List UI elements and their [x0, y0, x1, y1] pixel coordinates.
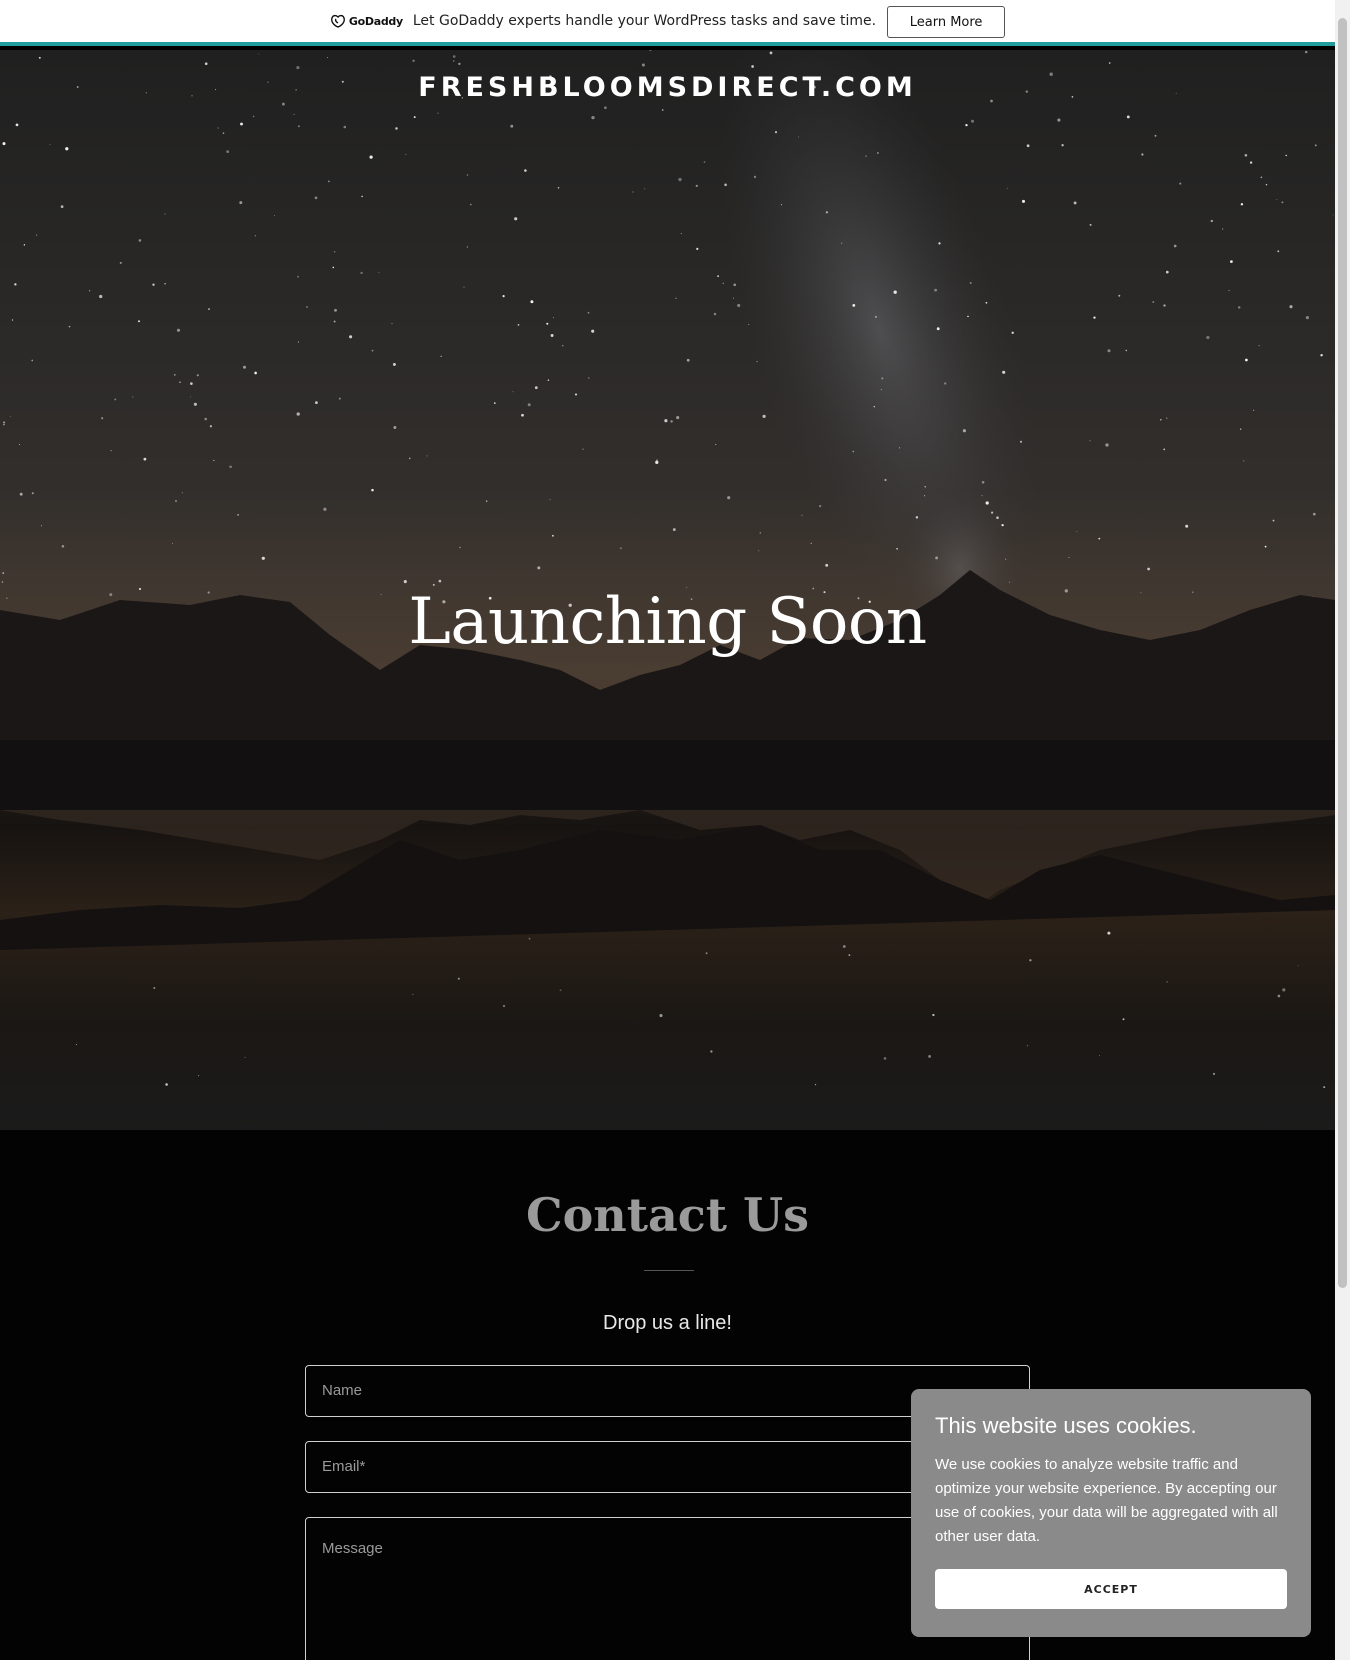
learn-more-button[interactable]: Learn More: [887, 6, 1006, 38]
promo-message: Let GoDaddy experts handle your WordPres…: [412, 13, 877, 29]
contact-divider: [644, 1270, 694, 1271]
scrollbar-thumb[interactable]: [1338, 18, 1347, 1288]
contact-title: Contact Us: [525, 1188, 810, 1242]
contact-subtitle: Drop us a line!: [603, 1312, 732, 1334]
cookie-body: We use cookies to analyze website traffi…: [935, 1456, 1278, 1545]
page-scrollbar[interactable]: [1335, 0, 1350, 1660]
hero-section: FRESHBLOOMSDIRECT.COM Launching Soon: [0, 50, 1335, 1130]
cookie-banner: This website uses cookies. We use cookie…: [911, 1389, 1311, 1637]
godaddy-logo-icon: [330, 14, 345, 28]
name-placeholder: Name: [322, 1382, 363, 1399]
hero-heading: Launching Soon: [408, 585, 927, 659]
godaddy-logo-text: GoDaddy: [348, 14, 403, 28]
promo-bar: GoDaddy Let GoDaddy experts handle your …: [0, 0, 1335, 46]
godaddy-logo: GoDaddy: [330, 13, 403, 29]
message-placeholder: Message: [322, 1540, 383, 1557]
site-title[interactable]: FRESHBLOOMSDIRECT.COM: [0, 72, 1335, 103]
accept-cookies-button[interactable]: ACCEPT: [935, 1569, 1287, 1609]
email-placeholder: Email*: [322, 1458, 366, 1475]
cookie-title: This website uses cookies.: [935, 1413, 1197, 1438]
